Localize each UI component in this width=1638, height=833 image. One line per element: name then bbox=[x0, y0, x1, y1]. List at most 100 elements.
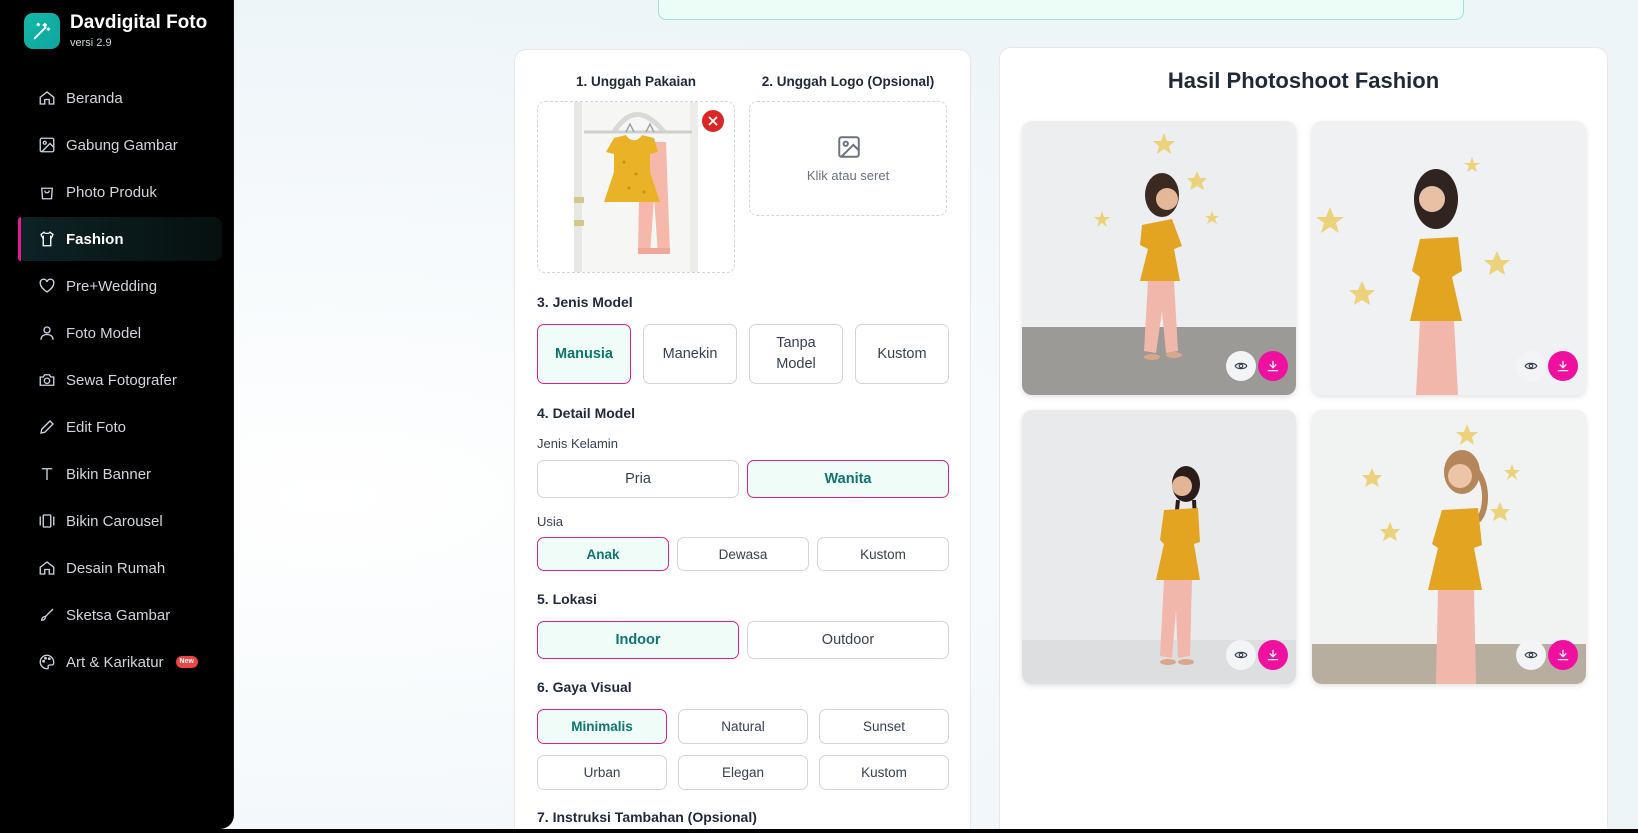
model-type-option[interactable]: Manekin bbox=[643, 324, 737, 384]
download-icon bbox=[1557, 360, 1569, 372]
gender-option[interactable]: Wanita bbox=[747, 460, 949, 498]
new-badge: New bbox=[175, 656, 198, 668]
sidebar-item-sketsa-gambar[interactable]: Sketsa Gambar bbox=[18, 593, 222, 637]
upload-clothing-label: 1. Unggah Pakaian bbox=[575, 74, 697, 89]
fashion-photo-image bbox=[1022, 121, 1296, 395]
sidebar-item-label: Bikin Carousel bbox=[66, 512, 163, 530]
image-upload-icon bbox=[838, 136, 860, 158]
visual-style-option[interactable]: Urban bbox=[537, 755, 667, 790]
download-icon bbox=[1267, 360, 1279, 372]
sidebar-item-label: Pre+Wedding bbox=[66, 277, 158, 295]
remove-image-button[interactable] bbox=[702, 110, 724, 132]
palette-icon bbox=[39, 654, 55, 670]
sidebar-nav: Beranda Gabung Gambar Photo Produk Fashi… bbox=[18, 76, 222, 687]
camera-icon bbox=[39, 374, 55, 386]
sidebar-item-label: Fashion bbox=[66, 230, 124, 248]
type-icon bbox=[41, 468, 53, 480]
visual-style-option[interactable]: Sunset bbox=[819, 709, 949, 744]
age-label: Usia bbox=[537, 514, 564, 529]
clothing-preview-image bbox=[574, 102, 698, 272]
sidebar-item-label: Photo Produk bbox=[66, 183, 157, 201]
logo-upload-dropzone[interactable]: Klik atau seret bbox=[749, 101, 947, 216]
visual-style-option[interactable]: Natural bbox=[678, 709, 808, 744]
info-banner bbox=[658, 0, 1464, 20]
sidebar-item-label: Gabung Gambar bbox=[66, 136, 178, 154]
sidebar-item-label: Beranda bbox=[66, 89, 123, 107]
fashion-photo-image bbox=[1312, 410, 1586, 684]
app-viewport: Davdigital Foto versi 2.9 Beranda Gabung… bbox=[0, 0, 1638, 829]
model-type-option[interactable]: Tanpa Model bbox=[749, 324, 843, 384]
sidebar: Davdigital Foto versi 2.9 Beranda Gabung… bbox=[0, 0, 234, 829]
result-photo[interactable] bbox=[1312, 410, 1586, 684]
sidebar-item-gabung-gambar[interactable]: Gabung Gambar bbox=[18, 123, 222, 167]
sidebar-item-fashion[interactable]: Fashion bbox=[18, 217, 222, 261]
eye-icon bbox=[1234, 651, 1248, 659]
result-photo[interactable] bbox=[1312, 121, 1586, 395]
sidebar-item-art-karikatur[interactable]: Art & Karikatur New bbox=[18, 640, 222, 684]
results-panel: Hasil Photoshoot Fashion bbox=[999, 47, 1608, 829]
model-detail-title: 4. Detail Model bbox=[537, 405, 636, 421]
upload-logo-hint: Klik atau seret bbox=[806, 168, 890, 183]
location-option[interactable]: Indoor bbox=[537, 621, 739, 659]
download-photo-button[interactable] bbox=[1258, 640, 1288, 670]
sidebar-item-desain-rumah[interactable]: Desain Rumah bbox=[18, 546, 222, 590]
sidebar-item-foto-model[interactable]: Foto Model bbox=[18, 311, 222, 355]
location-option[interactable]: Outdoor bbox=[747, 621, 949, 659]
carousel-icon bbox=[39, 514, 55, 528]
extra-instructions-title: 7. Instruksi Tambahan (Opsional) bbox=[537, 809, 757, 825]
sidebar-item-edit-foto[interactable]: Edit Foto bbox=[18, 405, 222, 449]
gender-option[interactable]: Pria bbox=[537, 460, 739, 498]
eye-icon bbox=[1524, 362, 1538, 370]
sidebar-item-bikin-banner[interactable]: Bikin Banner bbox=[18, 452, 222, 496]
download-photo-button[interactable] bbox=[1548, 640, 1578, 670]
sidebar-item-pre-wedding[interactable]: Pre+Wedding bbox=[18, 264, 222, 308]
view-photo-button[interactable] bbox=[1516, 640, 1546, 670]
shirt-icon bbox=[40, 231, 54, 247]
sidebar-item-label: Edit Foto bbox=[66, 418, 127, 436]
sidebar-item-label: Desain Rumah bbox=[66, 559, 166, 577]
model-type-option[interactable]: Kustom bbox=[855, 324, 949, 384]
sidebar-item-bikin-carousel[interactable]: Bikin Carousel bbox=[18, 499, 222, 543]
age-option[interactable]: Dewasa bbox=[677, 537, 809, 571]
image-icon bbox=[39, 137, 55, 153]
eye-icon bbox=[1234, 362, 1248, 370]
model-type-option[interactable]: Manusia bbox=[537, 324, 631, 384]
view-photo-button[interactable] bbox=[1516, 351, 1546, 381]
download-photo-button[interactable] bbox=[1548, 351, 1578, 381]
visual-style-option[interactable]: Elegan bbox=[678, 755, 808, 790]
visual-style-title: 6. Gaya Visual bbox=[537, 679, 632, 695]
view-photo-button[interactable] bbox=[1226, 640, 1256, 670]
sidebar-item-sewa-fotografer[interactable]: Sewa Fotografer bbox=[18, 358, 222, 402]
close-icon bbox=[708, 116, 718, 126]
app-name: Davdigital Foto bbox=[70, 12, 208, 33]
upload-logo-label: 2. Unggah Logo (Opsional) bbox=[761, 74, 935, 89]
brush-icon bbox=[41, 608, 54, 621]
download-icon bbox=[1557, 649, 1569, 661]
fashion-form-panel: 1. Unggah Pakaian 2. Unggah Logo (Opsion… bbox=[514, 49, 971, 829]
age-option[interactable]: Kustom bbox=[817, 537, 949, 571]
visual-style-option[interactable]: Minimalis bbox=[537, 709, 667, 744]
gender-label: Jenis Kelamin bbox=[537, 436, 618, 451]
home-icon bbox=[39, 561, 55, 575]
brand[interactable]: Davdigital Foto versi 2.9 bbox=[24, 12, 207, 50]
results-title: Hasil Photoshoot Fashion bbox=[1167, 68, 1440, 93]
home-icon bbox=[39, 91, 55, 105]
view-photo-button[interactable] bbox=[1226, 351, 1256, 381]
visual-style-option[interactable]: Kustom bbox=[819, 755, 949, 790]
fashion-photo-image bbox=[1312, 121, 1586, 395]
app-version: versi 2.9 bbox=[70, 37, 112, 49]
result-photo[interactable] bbox=[1022, 121, 1296, 395]
clothing-upload-dropzone[interactable] bbox=[537, 101, 735, 273]
result-photo[interactable] bbox=[1022, 410, 1296, 684]
sidebar-item-photo-produk[interactable]: Photo Produk bbox=[18, 170, 222, 214]
sidebar-item-label: Bikin Banner bbox=[66, 465, 152, 483]
magic-wand-icon bbox=[24, 13, 60, 49]
eye-icon bbox=[1524, 651, 1538, 659]
sidebar-item-beranda[interactable]: Beranda bbox=[18, 76, 222, 120]
sidebar-item-label: Foto Model bbox=[66, 324, 142, 342]
user-icon bbox=[40, 326, 54, 340]
fashion-photo-image bbox=[1022, 410, 1296, 684]
download-icon bbox=[1267, 649, 1279, 661]
download-photo-button[interactable] bbox=[1258, 351, 1288, 381]
age-option[interactable]: Anak bbox=[537, 537, 669, 571]
